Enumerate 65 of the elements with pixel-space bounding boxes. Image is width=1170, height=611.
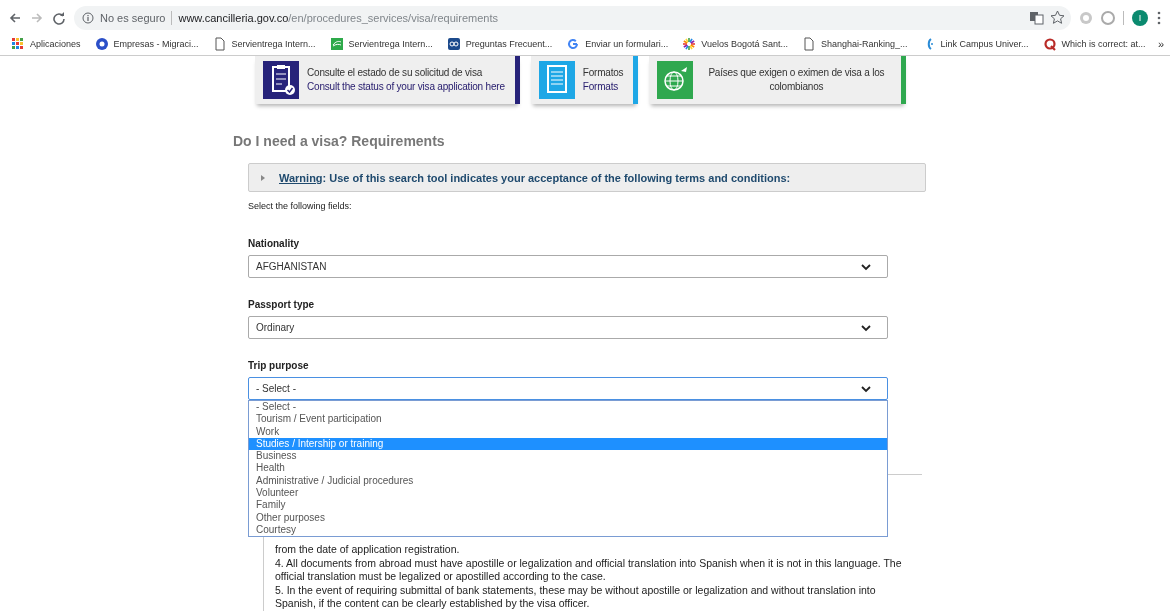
bookmark-item[interactable]: Servientrega Intern...: [324, 37, 438, 51]
note-text: from the date of application registration.: [275, 543, 461, 557]
dropdown-option[interactable]: Health: [249, 462, 887, 475]
bookmark-item[interactable]: Which is correct: at...: [1037, 37, 1151, 51]
url-text: www.cancilleria.gov.co/en/procedures_services/visa/requirements: [178, 11, 498, 24]
dropdown-option[interactable]: Tourism / Event participation: [249, 413, 887, 426]
card-text: Formats: [582, 80, 620, 94]
more-bookmarks[interactable]: »: [1157, 38, 1164, 50]
security-label: No es seguro: [100, 11, 166, 24]
bookmark-item[interactable]: Servientrega Intern...: [207, 37, 321, 51]
bookmark-item[interactable]: Shanghai-Ranking_...: [796, 37, 913, 51]
bookmark-item[interactable]: Aplicaciones: [6, 37, 86, 51]
instruction-text: Select the following fields:: [248, 201, 353, 211]
back-icon[interactable]: [8, 10, 22, 25]
warning-text: Warning: Use of this search tool indicates your acceptance of the following terms and conditions:: [279, 171, 791, 184]
swoosh-logo-icon: [329, 37, 344, 51]
dropdown-option[interactable]: Courtesy: [249, 523, 887, 537]
select-field[interactable]: - Select -: [248, 377, 888, 400]
card-text: Países que exigen o eximen de visa a los colombianos: [707, 66, 886, 94]
note-text: 4. All documents from abroad must have apostille or legalization and official translation into Spanish when it is not in this language. The official translation must be legalized or apostilled according to the case.: [275, 556, 903, 584]
rings-logo-icon: [446, 37, 461, 51]
section-heading: Do I need a visa? Requirements: [233, 133, 446, 149]
chevron-down-icon: [861, 384, 871, 393]
bookmark-item[interactable]: Preguntas Frecuent...: [441, 37, 558, 51]
field-label: Trip purpose: [248, 360, 310, 371]
link-card[interactable]: Formatos Formats: [530, 56, 639, 104]
apps-grid-icon: [11, 37, 25, 51]
card-text: Consulte el estado de su solicitud de visa: [307, 66, 484, 80]
bookmark-item[interactable]: Vuelos Bogotá Sant...: [677, 37, 793, 51]
info-icon: [82, 11, 94, 24]
warning-link[interactable]: Warning: [279, 171, 323, 184]
bookmark-item[interactable]: Enviar un formulari...: [561, 37, 674, 51]
q-logo-icon: [1042, 37, 1057, 51]
g-logo-icon: [566, 37, 581, 51]
field-label: Passport type: [248, 299, 316, 310]
link-card[interactable]: Consulte el estado de su solicitud de visa Consult the status of your visa application here: [255, 56, 520, 104]
warning-bar[interactable]: Warning: Use of this search tool indicates your acceptance of the following terms and conditions:: [248, 163, 926, 192]
card-text: Consult the status of your visa application here: [307, 80, 505, 94]
profile-avatar[interactable]: I: [1132, 9, 1148, 26]
dropdown-option[interactable]: Family: [249, 499, 887, 512]
dropdown-option[interactable]: Work: [249, 425, 887, 438]
bookmark-item[interactable]: Empresas - Migraci...: [89, 37, 204, 51]
chevron-down-icon: [861, 262, 871, 271]
dropdown-option[interactable]: Business: [249, 450, 887, 463]
bookmark-item[interactable]: Link Campus Univer...: [916, 37, 1034, 51]
translate-icon[interactable]: [1029, 10, 1044, 25]
page-icon: [212, 37, 227, 51]
select-field[interactable]: AFGHANISTAN: [248, 255, 888, 278]
dropdown-option[interactable]: Administrative / Judicial procedures: [249, 474, 887, 488]
dropdown-option[interactable]: Volunteer: [249, 487, 887, 500]
dropdown-option[interactable]: Other purposes: [249, 511, 887, 524]
dropdown-option[interactable]: - Select -: [249, 401, 887, 414]
field-label: Nationality: [248, 238, 301, 249]
select-field[interactable]: Ordinary: [248, 316, 888, 339]
reload-icon[interactable]: [52, 10, 66, 25]
round-badge-icon: [94, 37, 109, 51]
address-bar[interactable]: No es seguro www.cancilleria.gov.co/en/procedures_services/visa/requirements: [74, 5, 1071, 30]
page-icon: [801, 37, 816, 51]
note-text: 5. In the event of requiring submittal of bank statements, these may be without apostille or legalization and without translation into Spanish, if the content can be clearly established by the visa officer.: [275, 583, 877, 611]
menu-icon[interactable]: [1156, 10, 1162, 25]
burst-icon: [682, 37, 697, 51]
card-text: Formatos: [582, 66, 624, 80]
star-icon[interactable]: [1050, 10, 1065, 25]
chevron-down-icon: [861, 323, 871, 332]
link-card[interactable]: Países que exigen o eximen de visa a los colombianos: [649, 56, 907, 104]
